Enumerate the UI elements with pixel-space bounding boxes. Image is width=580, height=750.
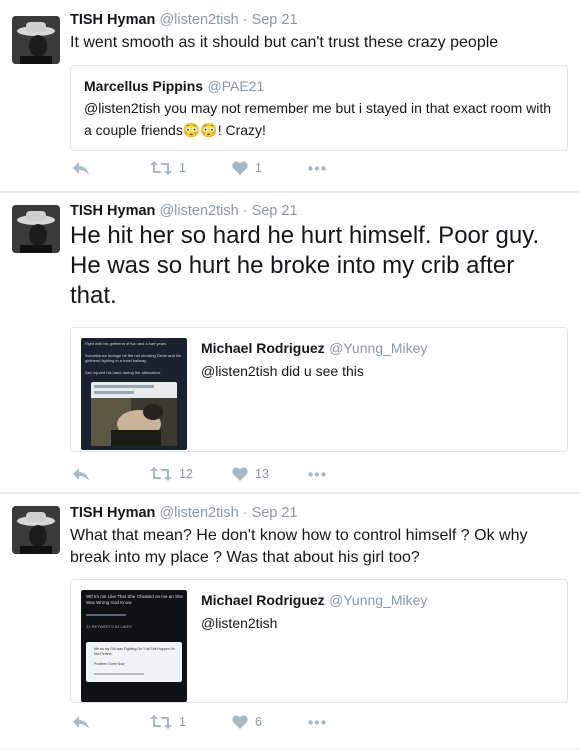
like-count: 13 bbox=[255, 467, 269, 481]
author-name[interactable]: TISH Hyman bbox=[70, 203, 155, 219]
tweet[interactable]: TISH Hyman @listen2tish · Sep 21 What th… bbox=[0, 494, 580, 750]
reply-button[interactable] bbox=[72, 715, 90, 731]
retweet-button[interactable]: 1 bbox=[150, 161, 186, 175]
quoted-text: @listen2tish bbox=[201, 615, 278, 631]
quoted-author-handle: @Yunng_Mikey bbox=[329, 592, 428, 608]
thumbnail-photo bbox=[91, 398, 177, 446]
more-icon bbox=[308, 166, 326, 171]
quoted-author-handle: @PAE21 bbox=[207, 78, 265, 94]
quoted-tweet[interactable]: Fight with his girlfriend of two and a h… bbox=[70, 327, 568, 452]
author-handle[interactable]: @listen2tish bbox=[159, 12, 238, 28]
tweet-timestamp[interactable]: Sep 21 bbox=[252, 203, 298, 219]
retweet-button[interactable]: 12 bbox=[150, 467, 193, 481]
heart-icon bbox=[232, 467, 248, 481]
tweet[interactable]: TISH Hyman @listen2tish · Sep 21 It went… bbox=[0, 0, 580, 192]
avatar[interactable] bbox=[12, 16, 60, 64]
thumbnail-caption-1: Fight with his girlfriend of two and a h… bbox=[85, 341, 168, 346]
like-button[interactable]: 6 bbox=[232, 715, 262, 729]
tweet-header: TISH Hyman @listen2tish · Sep 21 bbox=[70, 203, 298, 219]
more-button[interactable] bbox=[308, 166, 326, 171]
reply-icon bbox=[73, 468, 89, 481]
like-count: 6 bbox=[255, 715, 262, 729]
thumbnail-reply-text-end: Problem Gone Now bbox=[94, 662, 125, 666]
tweet[interactable]: TISH Hyman @listen2tish · Sep 21 He hit … bbox=[0, 193, 580, 493]
avatar[interactable] bbox=[12, 506, 60, 554]
more-icon bbox=[308, 472, 326, 477]
more-icon bbox=[308, 720, 326, 725]
tweet-text: It went smooth as it should but can't tr… bbox=[70, 34, 499, 51]
retweet-count: 1 bbox=[179, 715, 186, 729]
quoted-author-name: Michael Rodriguez bbox=[201, 340, 325, 356]
tweet-timestamp[interactable]: Sep 21 bbox=[252, 12, 298, 28]
quoted-media-thumbnail[interactable]: Wtf Im not Like That She Cheated on me a… bbox=[81, 590, 187, 702]
tweet-text: What that mean? He don't know how to con… bbox=[70, 527, 528, 566]
retweet-button[interactable]: 1 bbox=[150, 715, 186, 729]
separator-dot: · bbox=[242, 12, 248, 28]
retweet-icon bbox=[150, 161, 172, 175]
heart-icon bbox=[232, 715, 248, 729]
quoted-tweet[interactable]: Marcellus Pippins @PAE21 @listen2tish yo… bbox=[70, 65, 568, 151]
heart-icon bbox=[232, 161, 248, 175]
quoted-text: @listen2tish you may not remember me but… bbox=[84, 100, 552, 138]
tweet-feed: TISH Hyman @listen2tish · Sep 21 It went… bbox=[0, 0, 580, 750]
separator-dot: · bbox=[242, 203, 248, 219]
avatar[interactable] bbox=[12, 205, 60, 253]
retweet-count: 1 bbox=[179, 161, 186, 175]
thumbnail-caption-3: Dev injured his hand during the altercat… bbox=[85, 370, 162, 375]
tweet-actions: 1 6 bbox=[70, 715, 370, 735]
retweet-icon bbox=[150, 467, 172, 481]
author-handle[interactable]: @listen2tish bbox=[159, 203, 238, 219]
tweet-actions: 12 13 bbox=[70, 467, 370, 487]
reply-icon bbox=[73, 716, 89, 729]
retweet-count: 12 bbox=[179, 467, 193, 481]
like-button[interactable]: 13 bbox=[232, 467, 269, 481]
author-name[interactable]: TISH Hyman bbox=[70, 505, 155, 521]
tweet-header: TISH Hyman @listen2tish · Sep 21 bbox=[70, 505, 298, 521]
quoted-media-thumbnail[interactable]: Fight with his girlfriend of two and a h… bbox=[81, 338, 187, 450]
quoted-text: @listen2tish did u see this bbox=[201, 363, 364, 379]
thumbnail-reply-card: Me an my Girl was Fighting On Y'all Shit… bbox=[86, 642, 182, 682]
tweet-text: He hit her so hard he hurt himself. Poor… bbox=[70, 222, 540, 309]
retweet-icon bbox=[150, 715, 172, 729]
author-name[interactable]: TISH Hyman bbox=[70, 12, 155, 28]
quoted-author-name: Marcellus Pippins bbox=[84, 78, 204, 94]
tweet-timestamp[interactable]: Sep 21 bbox=[252, 505, 298, 521]
tweet-header: TISH Hyman @listen2tish · Sep 21 bbox=[70, 12, 298, 28]
like-button[interactable]: 1 bbox=[232, 161, 262, 175]
tweet-actions: 1 1 bbox=[70, 161, 370, 181]
quoted-author-name: Michael Rodriguez bbox=[201, 592, 325, 608]
thumbnail-caption-1: Wtf Im not Like That She Cheated on me a… bbox=[86, 594, 183, 605]
thumbnail-reply-text: Me an my Girl was Fighting On Y'all Shit… bbox=[94, 647, 176, 656]
like-count: 1 bbox=[255, 161, 262, 175]
thumbnail-embedded-card bbox=[91, 382, 177, 446]
separator-dot: · bbox=[242, 505, 248, 521]
more-button[interactable] bbox=[308, 472, 326, 477]
reply-icon bbox=[73, 162, 89, 175]
thumbnail-caption-2: Surveillance footage hit the net showing… bbox=[85, 353, 182, 363]
more-button[interactable] bbox=[308, 720, 326, 725]
quoted-author-handle: @Yunng_Mikey bbox=[329, 340, 428, 356]
author-handle[interactable]: @listen2tish bbox=[159, 505, 238, 521]
reply-button[interactable] bbox=[72, 467, 90, 483]
thumbnail-stats: 21 RETWEETS 63 LIKES bbox=[86, 624, 132, 629]
reply-button[interactable] bbox=[72, 161, 90, 177]
quoted-tweet[interactable]: Wtf Im not Like That She Cheated on me a… bbox=[70, 579, 568, 703]
